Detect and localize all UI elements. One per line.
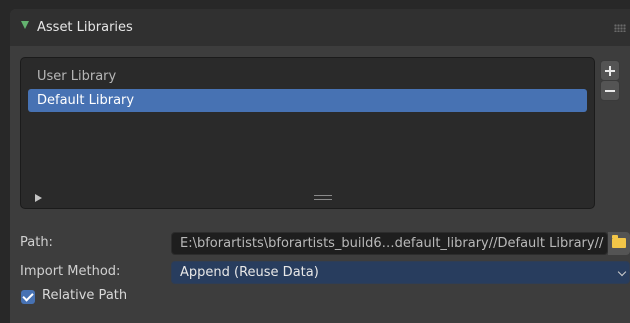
folder-icon bbox=[612, 235, 626, 248]
panel-title: Asset Libraries bbox=[37, 20, 133, 35]
import-method-select[interactable]: Append (Reuse Data) bbox=[171, 261, 630, 284]
relative-path-label[interactable]: Relative Path bbox=[42, 288, 127, 303]
drag-grip-icon[interactable] bbox=[614, 24, 626, 32]
import-method-label: Import Method: bbox=[20, 264, 121, 279]
add-library-button[interactable] bbox=[600, 60, 620, 81]
collapse-triangle-icon[interactable] bbox=[21, 21, 29, 29]
remove-library-button[interactable] bbox=[600, 80, 620, 101]
list-options-arrow-icon[interactable] bbox=[35, 194, 42, 202]
list-item-user-library[interactable]: User Library bbox=[28, 65, 587, 88]
path-label: Path: bbox=[20, 235, 53, 250]
list-resize-handle[interactable] bbox=[314, 195, 332, 200]
relative-path-checkbox[interactable] bbox=[21, 290, 35, 304]
path-field[interactable]: E:\bforartists\bforartists_build6…defaul… bbox=[171, 232, 608, 255]
library-list: User Library Default Library bbox=[20, 57, 595, 209]
asset-libraries-panel: Asset Libraries User Library Default Lib… bbox=[10, 9, 630, 323]
browse-folder-button[interactable] bbox=[608, 232, 630, 255]
list-item-default-library[interactable]: Default Library bbox=[28, 89, 587, 112]
import-method-value: Append (Reuse Data) bbox=[180, 265, 319, 280]
chevron-down-icon bbox=[617, 267, 627, 277]
panel-header[interactable]: Asset Libraries bbox=[10, 9, 630, 46]
